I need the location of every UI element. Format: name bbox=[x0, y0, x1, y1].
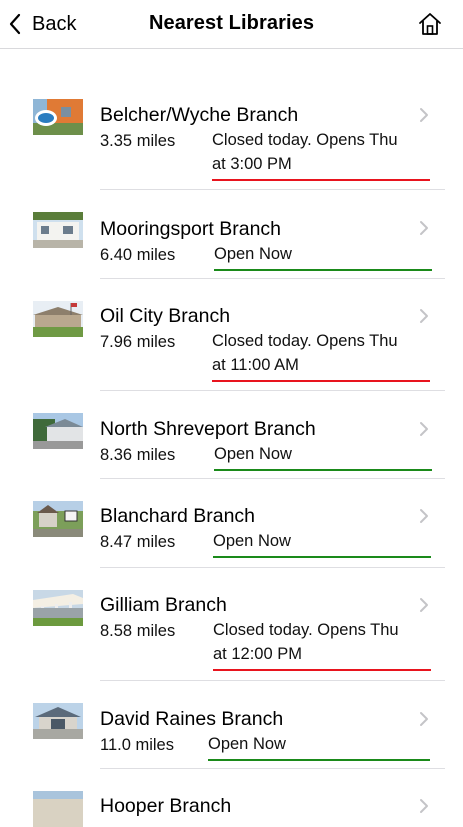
library-name: Gilliam Branch bbox=[100, 594, 227, 616]
library-distance: 11.0 miles bbox=[100, 736, 174, 754]
library-name: Hooper Branch bbox=[100, 795, 232, 817]
status-line-1: Open Now bbox=[214, 245, 292, 263]
library-row-oil-city[interactable]: Oil City Branch 7.96 miles Closed today.… bbox=[0, 279, 463, 391]
status-line-2: at 11:00 AM bbox=[212, 356, 299, 374]
library-row-north-shreveport[interactable]: North Shreveport Branch 8.36 miles Open … bbox=[0, 391, 463, 479]
library-distance: 3.35 miles bbox=[100, 132, 176, 150]
chevron-right-icon bbox=[420, 712, 428, 726]
library-distance: 8.36 miles bbox=[100, 446, 176, 464]
library-name: Oil City Branch bbox=[100, 305, 231, 327]
library-distance: 8.47 miles bbox=[100, 533, 176, 551]
library-photo bbox=[33, 212, 83, 248]
library-photo bbox=[33, 703, 83, 739]
library-status: Open Now bbox=[214, 242, 432, 271]
navigation-bar: Back Nearest Libraries bbox=[0, 0, 463, 49]
library-status: Closed today. Opens Thu at 3:00 PM bbox=[212, 128, 430, 181]
chevron-right-icon bbox=[420, 509, 428, 523]
chevron-right-icon bbox=[420, 108, 428, 122]
status-line-1: Closed today. Opens Thu bbox=[213, 621, 399, 639]
status-line-1: Open Now bbox=[208, 735, 286, 753]
status-line-1: Open Now bbox=[214, 445, 292, 463]
library-photo bbox=[33, 99, 83, 135]
library-status: Closed today. Opens Thu at 12:00 PM bbox=[213, 618, 431, 671]
library-name: Blanchard Branch bbox=[100, 505, 256, 527]
library-status: Open Now bbox=[213, 529, 431, 558]
status-line-2: at 3:00 PM bbox=[212, 155, 292, 173]
library-distance: 8.58 miles bbox=[100, 622, 176, 640]
status-line-1: Open Now bbox=[213, 532, 291, 550]
library-row-mooringsport[interactable]: Mooringsport Branch 6.40 miles Open Now bbox=[0, 190, 463, 279]
library-photo bbox=[33, 501, 83, 537]
library-name: Belcher/Wyche Branch bbox=[100, 104, 299, 126]
page-title: Nearest Libraries bbox=[148, 12, 315, 34]
library-status: Open Now bbox=[208, 732, 430, 761]
library-status: Closed today. Opens Thu at 11:00 AM bbox=[212, 329, 430, 382]
chevron-right-icon bbox=[420, 422, 428, 436]
library-row-blanchard[interactable]: Blanchard Branch 8.47 miles Open Now bbox=[0, 479, 463, 568]
chevron-right-icon bbox=[420, 598, 428, 612]
library-distance: 7.96 miles bbox=[100, 333, 176, 351]
home-icon[interactable] bbox=[417, 11, 443, 37]
library-photo bbox=[33, 301, 83, 337]
status-line-1: Closed today. Opens Thu bbox=[212, 131, 398, 149]
status-line-2: at 12:00 PM bbox=[213, 645, 302, 663]
library-distance: 6.40 miles bbox=[100, 246, 176, 264]
chevron-right-icon bbox=[420, 309, 428, 323]
library-list: Belcher/Wyche Branch 3.35 miles Closed t… bbox=[0, 88, 463, 827]
status-line-1: Closed today. Opens Thu bbox=[212, 332, 398, 350]
library-row-hooper[interactable]: Hooper Branch bbox=[0, 769, 463, 827]
library-row-belcher-wyche[interactable]: Belcher/Wyche Branch 3.35 miles Closed t… bbox=[0, 88, 463, 190]
library-photo bbox=[33, 791, 83, 827]
library-row-gilliam[interactable]: Gilliam Branch 8.58 miles Closed today. … bbox=[0, 568, 463, 681]
library-status: Open Now bbox=[214, 442, 432, 471]
library-name: David Raines Branch bbox=[100, 708, 284, 730]
library-photo bbox=[33, 413, 83, 449]
chevron-right-icon bbox=[420, 799, 428, 813]
library-name: North Shreveport Branch bbox=[100, 418, 316, 440]
library-photo bbox=[33, 590, 83, 626]
library-row-david-raines[interactable]: David Raines Branch 11.0 miles Open Now bbox=[0, 681, 463, 769]
chevron-right-icon bbox=[420, 221, 428, 235]
library-name: Mooringsport Branch bbox=[100, 218, 282, 240]
